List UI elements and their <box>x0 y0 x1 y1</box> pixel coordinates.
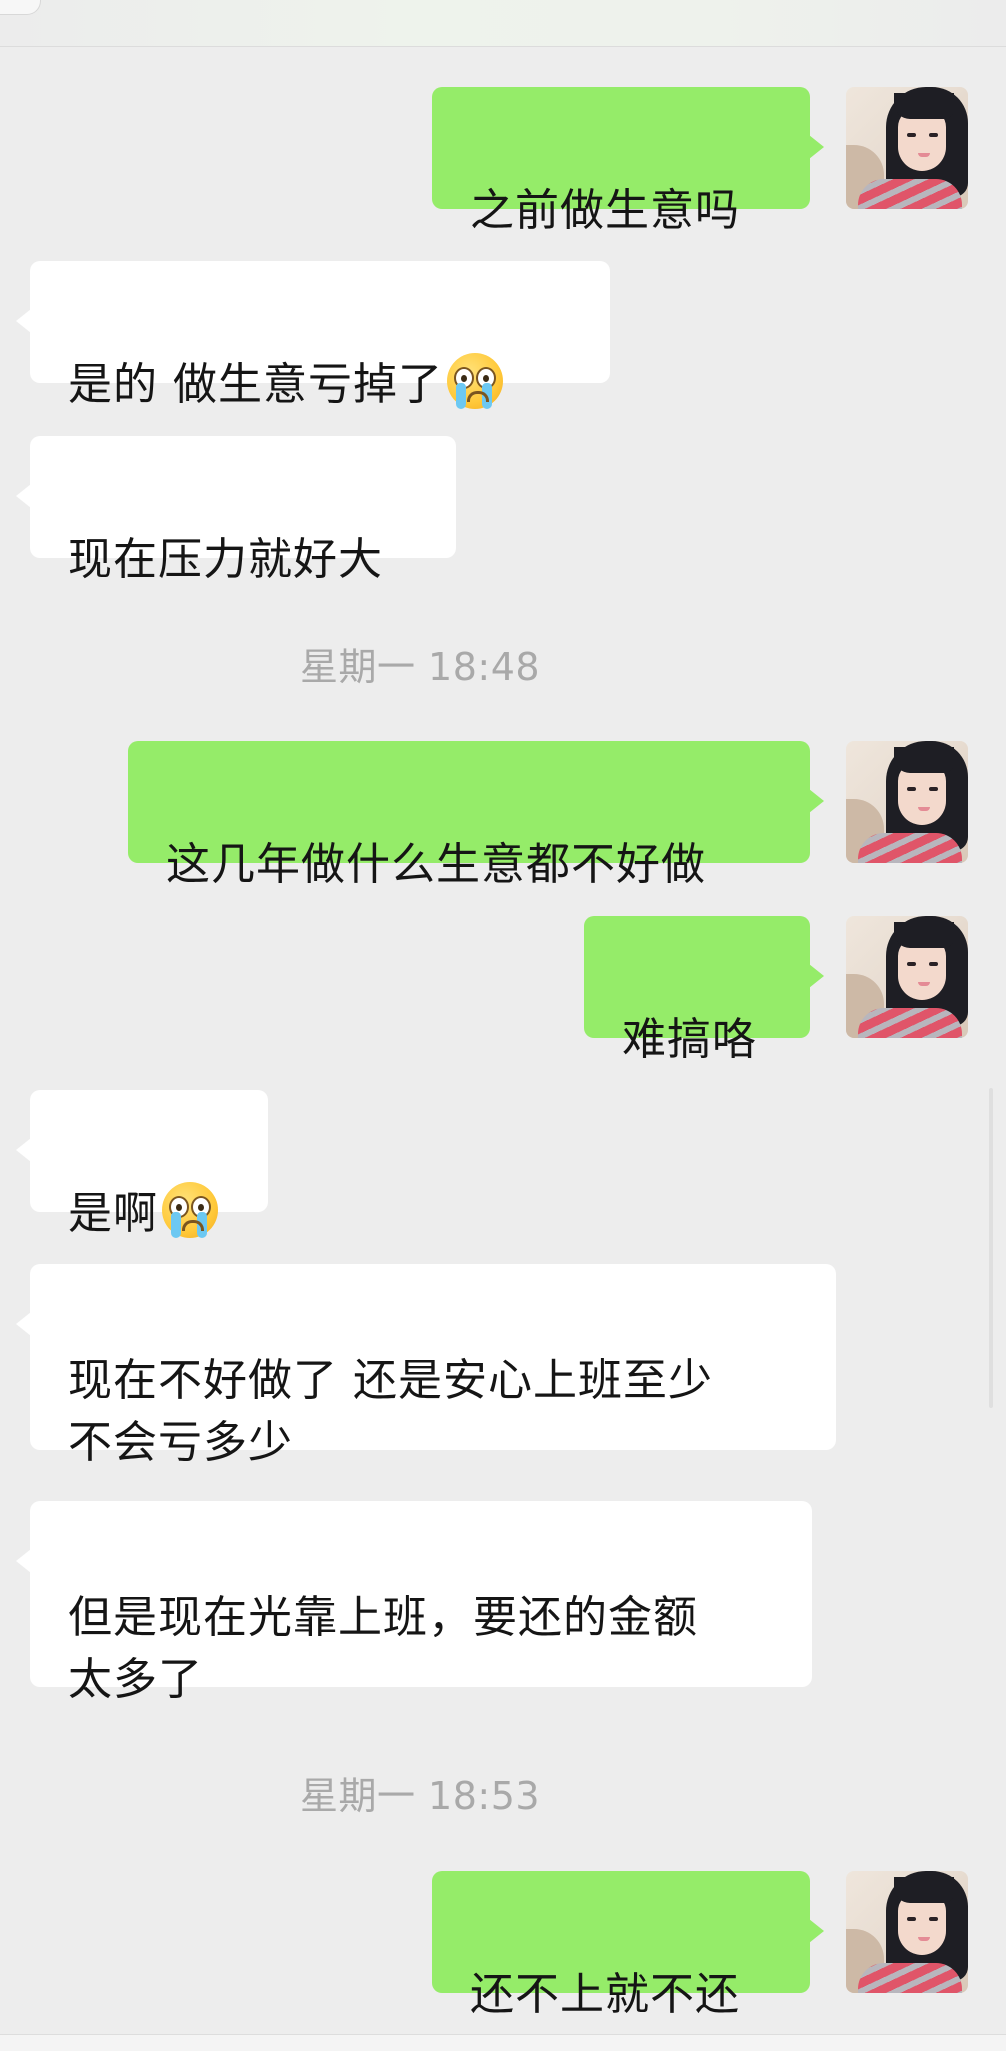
crying-face-icon <box>162 1182 218 1238</box>
timestamp: 星期一 18:53 <box>299 1774 541 1818</box>
message-sent-bubble[interactable]: 之前做生意吗 <box>432 87 824 236</box>
message-received-bubble[interactable]: 现在压力就好大 <box>16 436 456 585</box>
message-text: 这几年做什么生意都不好做 <box>166 839 706 890</box>
avatar[interactable] <box>846 916 968 1038</box>
message-sent-bubble[interactable]: 这几年做什么生意都不好做 <box>128 741 824 890</box>
avatar[interactable] <box>846 1871 968 1993</box>
avatar[interactable] <box>846 87 968 209</box>
message-sent-bubble[interactable]: 还不上就不还 <box>432 1871 824 2020</box>
message-text: 现在压力就好大 <box>68 534 383 585</box>
avatar[interactable] <box>846 741 968 863</box>
top-corner-decoration <box>0 0 41 15</box>
message-text: 但是现在光靠上班，要还的金额 太多了 <box>68 1592 698 1705</box>
message-text: 还不上就不还 <box>470 1969 740 2020</box>
crying-face-icon <box>447 353 503 409</box>
message-text: 之前做生意吗 <box>470 185 740 236</box>
message-received-bubble[interactable]: 但是现在光靠上班，要还的金额 太多了 <box>16 1501 812 1705</box>
message-received-bubble[interactable]: 是的 做生意亏掉了 <box>16 261 610 410</box>
message-text: 是啊 <box>68 1188 158 1239</box>
message-received-bubble[interactable]: 是啊 <box>16 1090 268 1239</box>
scroll-indicator[interactable] <box>989 1088 993 1408</box>
message-text: 是的 做生意亏掉了 <box>68 359 443 410</box>
message-text: 现在不好做了 还是安心上班至少 不会亏多少 <box>68 1355 713 1468</box>
message-received-bubble[interactable]: 现在不好做了 还是安心上班至少 不会亏多少 <box>16 1264 836 1468</box>
bottom-bar <box>0 2034 1006 2051</box>
message-text: 难搞咯 <box>622 1014 757 1065</box>
timestamp: 星期一 18:48 <box>299 645 541 689</box>
top-bar <box>0 0 1006 47</box>
message-sent-bubble[interactable]: 难搞咯 <box>584 916 824 1065</box>
